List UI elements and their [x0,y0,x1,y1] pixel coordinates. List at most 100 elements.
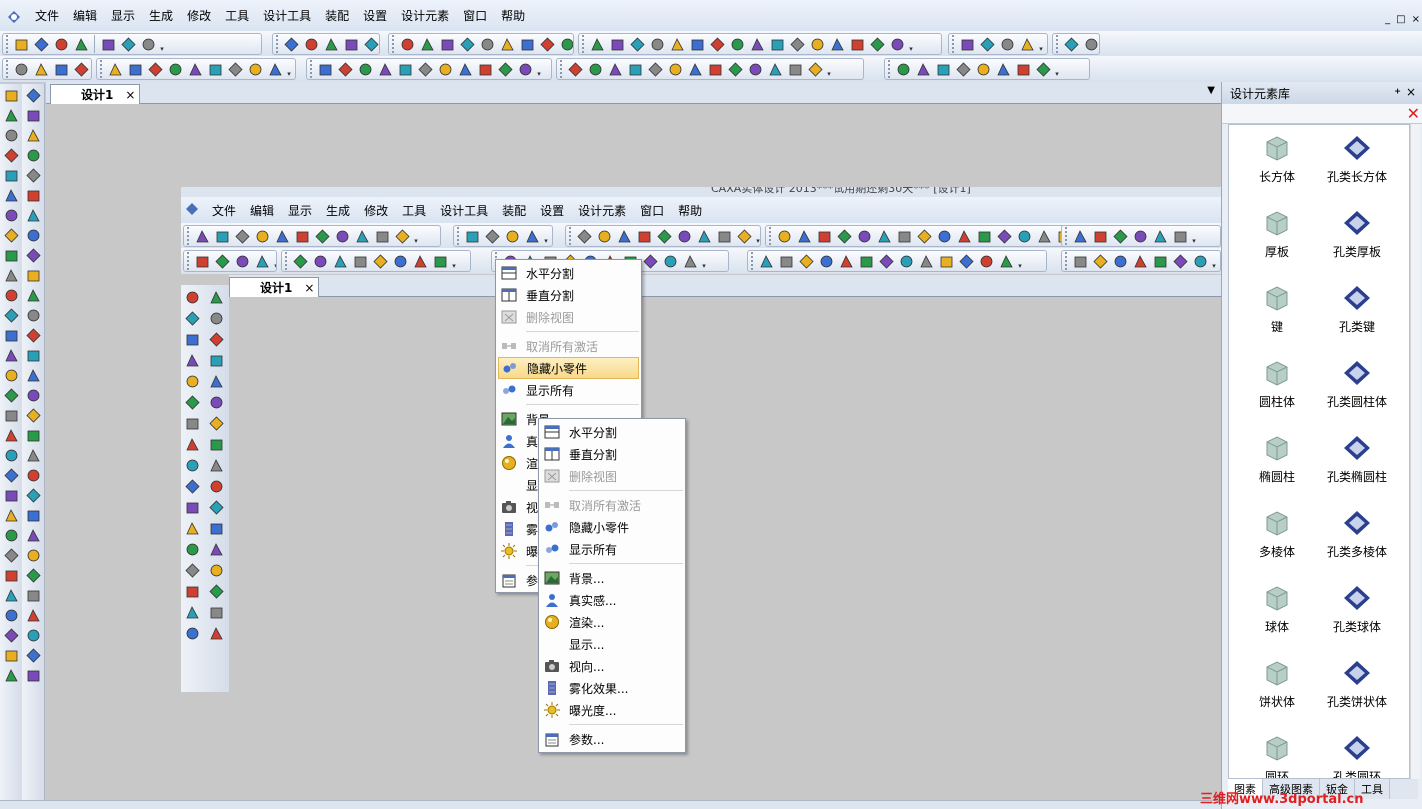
toolbar-tool-icon[interactable] [976,228,993,245]
toolbar-options-chevron-down-icon[interactable]: ▾ [285,60,293,78]
toolbar-tool-icon[interactable] [53,36,70,53]
toolbar-options-chevron-down-icon[interactable]: ▾ [700,252,708,270]
toolbar-tool-icon[interactable] [374,228,391,245]
toolbar-tool-icon[interactable] [789,36,806,53]
toolbar-tool-icon[interactable] [869,36,886,53]
toolbar-tool-icon[interactable] [609,36,626,53]
toolbar-tool-icon[interactable] [596,228,613,245]
embedded-menu-tools[interactable]: 工具 [395,202,433,219]
library-item[interactable]: 长方体 [1237,127,1317,197]
toolbar-tool-icon[interactable] [935,61,952,78]
toolbar-tool-icon[interactable] [836,228,853,245]
toolbar-tool-icon[interactable] [107,61,124,78]
toolbar-tool-icon[interactable] [314,228,331,245]
side-tool-icon[interactable] [25,447,42,464]
side-tool-icon[interactable] [3,567,20,584]
toolbar-grip[interactable] [310,60,313,78]
toolbar-tool-icon[interactable] [317,61,334,78]
menu-item-hide-small-parts[interactable]: 隐藏小零件 [498,357,639,379]
side-tool-icon[interactable] [25,267,42,284]
toolbar-grip[interactable] [6,60,9,78]
side-tool-icon[interactable] [3,367,20,384]
toolbar-options-chevron-down-icon[interactable]: ▾ [450,252,458,270]
menu-edit[interactable]: 编辑 [66,0,104,33]
toolbar-tool-icon[interactable] [303,36,320,53]
library-item[interactable]: 饼状体 [1237,652,1317,722]
side-tool-icon[interactable] [25,247,42,264]
embedded-menu-assembly[interactable]: 装配 [495,202,533,219]
side-tool-icon[interactable] [208,289,225,306]
toolbar-tool-icon[interactable] [895,61,912,78]
side-tool-icon[interactable] [25,367,42,384]
side-tool-icon[interactable] [208,604,225,621]
side-tool-icon[interactable] [208,562,225,579]
side-tool-icon[interactable] [3,467,20,484]
embedded-menu-edit[interactable]: 编辑 [243,202,281,219]
library-item[interactable]: 椭圆柱 [1237,427,1317,497]
toolbar-tool-icon[interactable] [247,61,264,78]
embedded-menu-display[interactable]: 显示 [281,202,319,219]
toolbar-tool-icon[interactable] [120,36,137,53]
toolbar-grip[interactable] [187,252,190,270]
side-tool-icon[interactable] [184,310,201,327]
toolbar-tool-icon[interactable] [916,228,933,245]
toolbar-tool-icon[interactable] [829,36,846,53]
toolbar-options-chevron-down-icon[interactable]: ▾ [1037,35,1045,53]
toolbar-options-chevron-down-icon[interactable]: ▾ [825,60,833,78]
toolbar-tool-icon[interactable] [1016,228,1033,245]
side-tool-icon[interactable] [3,87,20,104]
side-tool-icon[interactable] [208,583,225,600]
toolbar-tool-icon[interactable] [392,253,409,270]
close-button[interactable]: × [1412,14,1420,25]
toolbar-tool-icon[interactable] [484,228,501,245]
toolbar-tool-icon[interactable] [1036,228,1053,245]
toolbar-grip[interactable] [582,35,585,53]
toolbar-grip[interactable] [569,227,572,245]
toolbar-tool-icon[interactable] [818,253,835,270]
toolbar-tool-icon[interactable] [1092,253,1109,270]
toolbar-tool-icon[interactable] [559,36,574,53]
toolbar-tool-icon[interactable] [343,36,360,53]
toolbar-tool-icon[interactable] [457,61,474,78]
toolbar-tool-icon[interactable] [796,228,813,245]
toolbar-tool-icon[interactable] [504,228,521,245]
library-item[interactable]: 孔类多棱体 [1317,502,1397,572]
side-tool-icon[interactable] [25,407,42,424]
toolbar-tool-icon[interactable] [662,253,679,270]
side-tool-icon[interactable] [184,478,201,495]
toolbar-tool-icon[interactable] [519,36,536,53]
toolbar-tool-icon[interactable] [1112,228,1129,245]
toolbar-tool-icon[interactable] [267,61,284,78]
toolbar-tool-icon[interactable] [13,36,30,53]
menu-item-vertical-split[interactable]: 垂直分割 [496,284,641,306]
library-item[interactable]: 球体 [1237,577,1317,647]
toolbar-tool-icon[interactable] [292,253,309,270]
toolbar-tool-icon[interactable] [1132,253,1149,270]
library-item[interactable]: 孔类厚板 [1317,202,1397,272]
toolbar-tool-icon[interactable] [629,36,646,53]
toolbar-tool-icon[interactable] [649,36,666,53]
side-tool-icon[interactable] [25,507,42,524]
side-tool-icon[interactable] [3,187,20,204]
menu-item-show-all[interactable]: 显示所有 [539,538,685,560]
toolbar-tool-icon[interactable] [749,36,766,53]
toolbar-tool-icon[interactable] [127,61,144,78]
side-tool-icon[interactable] [3,667,20,684]
toolbar-tool-icon[interactable] [499,36,516,53]
toolbar-tool-icon[interactable] [998,253,1015,270]
toolbar-tool-icon[interactable] [437,61,454,78]
side-tool-icon[interactable] [3,547,20,564]
toolbar-grip[interactable] [6,35,9,53]
side-tool-icon[interactable] [25,567,42,584]
side-tool-icon[interactable] [208,499,225,516]
side-tool-icon[interactable] [208,436,225,453]
side-tool-icon[interactable] [3,527,20,544]
menu-generate[interactable]: 生成 [142,0,180,33]
tab-close-icon[interactable]: × [125,88,135,102]
embedded-tab-design1[interactable]: 设计1 × [229,277,319,297]
toolbar-tool-icon[interactable] [399,36,416,53]
embedded-menu-design-tools[interactable]: 设计工具 [433,202,495,219]
toolbar-tool-icon[interactable] [1092,228,1109,245]
toolbar-options-chevron-down-icon[interactable]: ▾ [1053,60,1061,78]
toolbar-tool-icon[interactable] [727,61,744,78]
